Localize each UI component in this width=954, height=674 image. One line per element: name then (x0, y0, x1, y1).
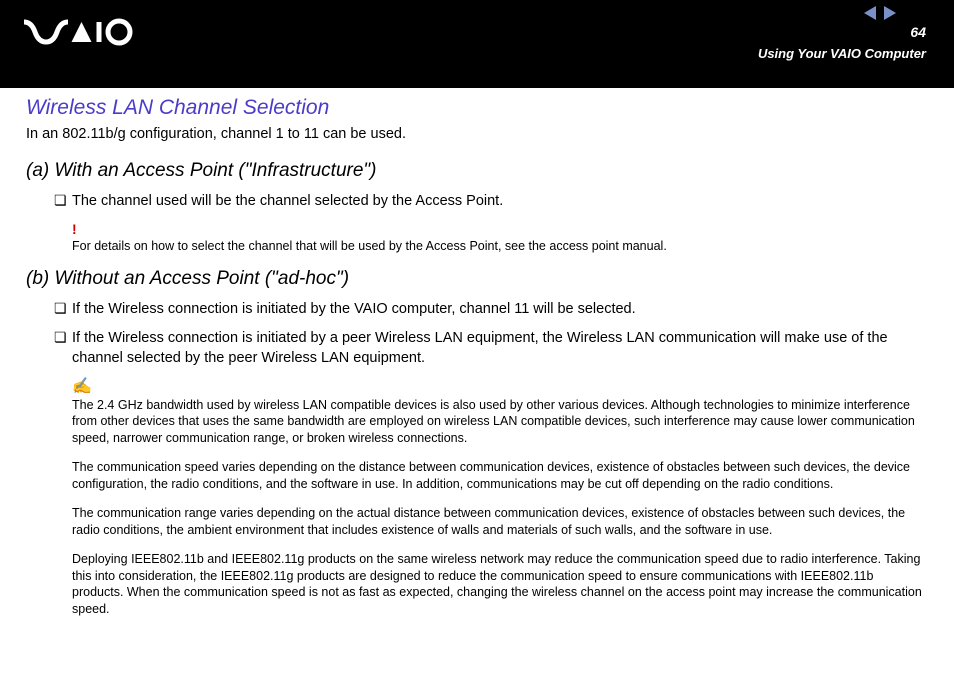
alert-text: For details on how to select the channel… (72, 238, 928, 254)
bullet-icon: ❏ (54, 329, 72, 368)
bullet-text: If the Wireless connection is initiated … (72, 300, 636, 320)
bullet-icon: ❏ (54, 192, 72, 212)
alert-icon: ! (72, 222, 928, 236)
subheading-b: (b) Without an Access Point ("ad-hoc") (26, 268, 928, 290)
intro-text: In an 802.11b/g configuration, channel 1… (26, 126, 928, 142)
page-number: 64 (910, 24, 926, 40)
next-page-arrow-icon[interactable] (884, 6, 896, 20)
note-text: The 2.4 GHz bandwidth used by wireless L… (72, 397, 928, 448)
note-block: ✍ The 2.4 GHz bandwidth used by wireless… (26, 379, 928, 619)
page-header: 64 Using Your VAIO Computer (0, 0, 954, 88)
nav-arrows (864, 6, 896, 20)
note-text: The communication speed varies depending… (72, 459, 928, 493)
bullet-icon: ❏ (54, 300, 72, 320)
alert-block: ! For details on how to select the chann… (26, 222, 928, 254)
note-icon: ✍ (72, 379, 928, 395)
page-content: Wireless LAN Channel Selection In an 802… (0, 88, 954, 618)
bullet-item: ❏ The channel used will be the channel s… (26, 192, 928, 212)
subheading-a: (a) With an Access Point ("Infrastructur… (26, 160, 928, 182)
section-name: Using Your VAIO Computer (758, 46, 926, 61)
note-text: The communication range varies depending… (72, 505, 928, 539)
note-text: Deploying IEEE802.11b and IEEE802.11g pr… (72, 551, 928, 619)
prev-page-arrow-icon[interactable] (864, 6, 876, 20)
bullet-item: ❏ If the Wireless connection is initiate… (26, 300, 928, 320)
page-title: Wireless LAN Channel Selection (26, 96, 928, 120)
bullet-item: ❏ If the Wireless connection is initiate… (26, 329, 928, 368)
bullet-text: If the Wireless connection is initiated … (72, 329, 928, 368)
bullet-text: The channel used will be the channel sel… (72, 192, 503, 212)
vaio-logo (24, 18, 144, 51)
